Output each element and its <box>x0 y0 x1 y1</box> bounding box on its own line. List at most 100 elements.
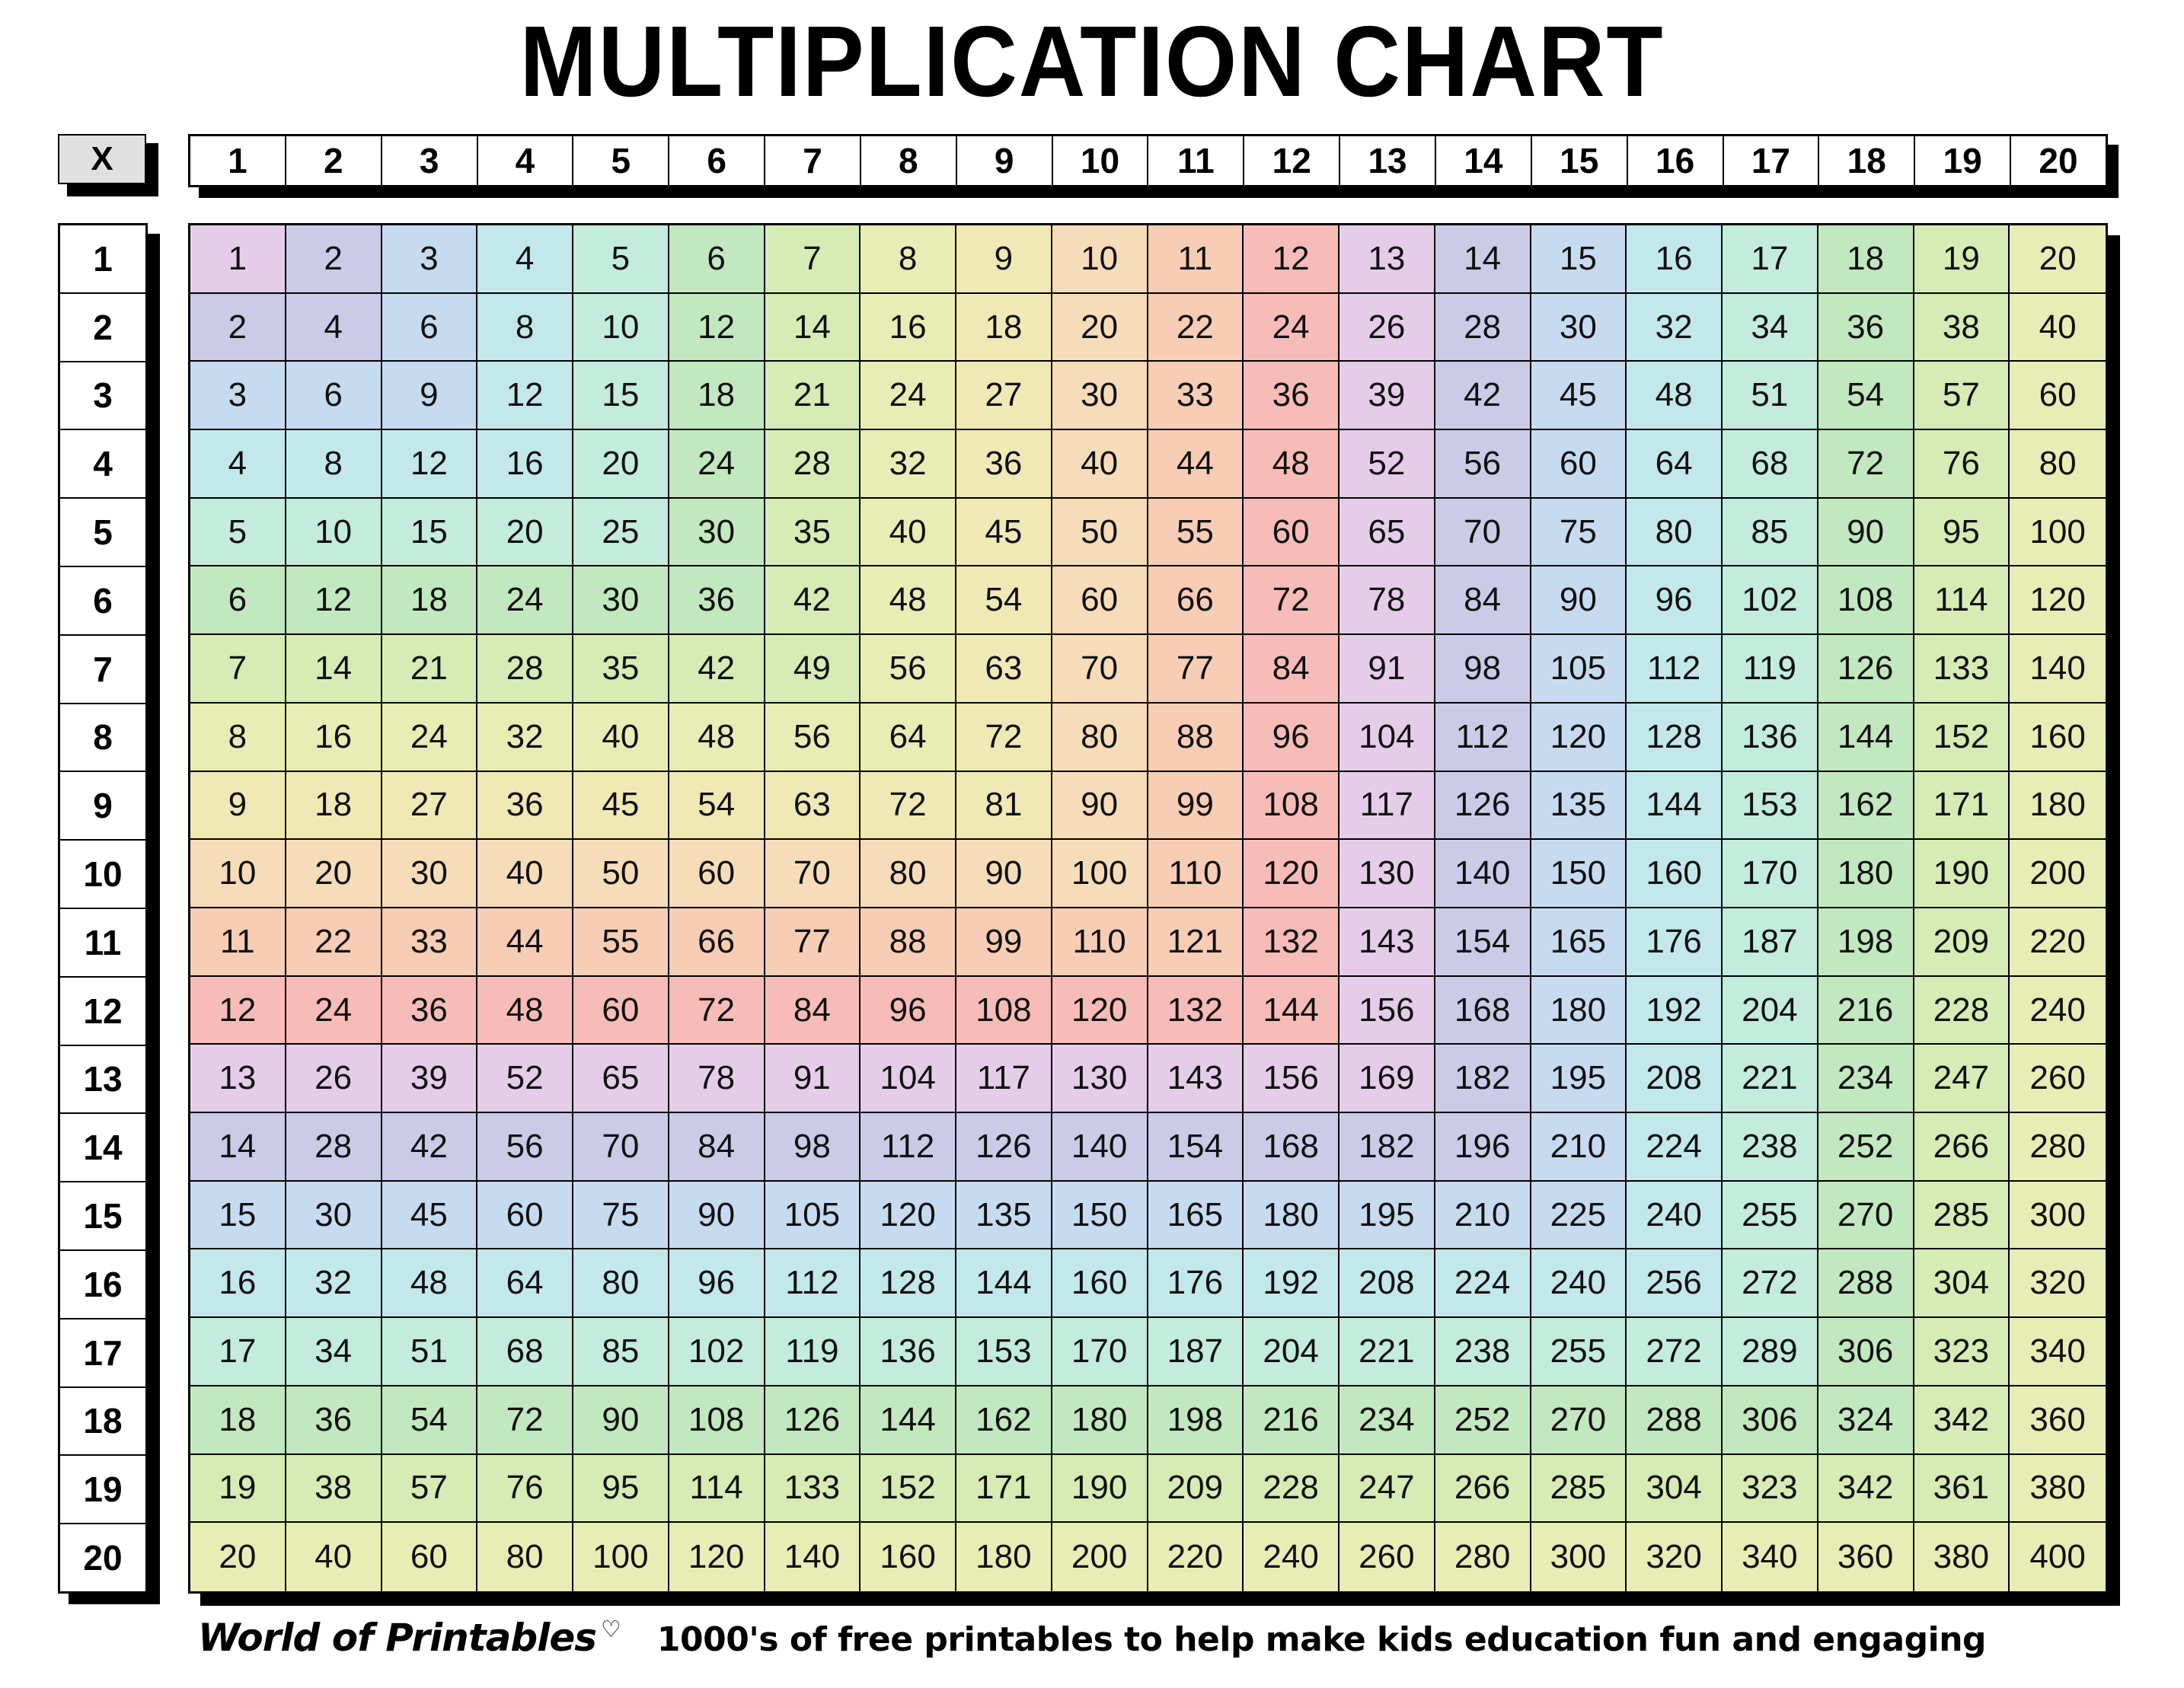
product-cell: 4 <box>477 225 573 294</box>
column-header-cell: 6 <box>669 136 766 185</box>
product-cell: 108 <box>1818 566 1914 636</box>
product-cell: 209 <box>1914 908 2010 977</box>
product-cell: 270 <box>1531 1386 1627 1455</box>
product-cell: 380 <box>2010 1454 2106 1524</box>
product-cell: 45 <box>1531 362 1627 431</box>
product-cell: 98 <box>765 1113 861 1182</box>
product-cell: 90 <box>1052 771 1148 841</box>
product-cell: 33 <box>1148 362 1244 431</box>
product-cell: 33 <box>382 908 478 977</box>
product-cell: 144 <box>1627 771 1723 841</box>
product-cell: 42 <box>765 566 861 636</box>
product-cell: 153 <box>956 1318 1052 1386</box>
product-cell: 60 <box>1244 498 1339 567</box>
product-cell: 180 <box>1052 1386 1148 1455</box>
product-cell: 6 <box>382 293 478 362</box>
product-cell: 55 <box>573 908 669 977</box>
row-header-cell: 1 <box>60 225 145 294</box>
product-cell: 170 <box>1723 840 1818 908</box>
product-cell: 288 <box>1627 1386 1723 1455</box>
product-cell: 266 <box>1435 1454 1531 1524</box>
product-cell: 36 <box>956 430 1052 499</box>
product-cell: 72 <box>477 1386 573 1455</box>
product-cell: 216 <box>1244 1386 1339 1455</box>
product-cell: 100 <box>1052 840 1148 908</box>
product-cell: 81 <box>956 771 1052 841</box>
product-cell: 14 <box>1435 225 1531 294</box>
product-cell: 1 <box>190 225 286 294</box>
product-cell: 119 <box>1723 635 1818 704</box>
product-cell: 240 <box>1244 1523 1339 1591</box>
product-cell: 256 <box>1627 1249 1723 1319</box>
footer: World of Printables ♡ 1000's of free prin… <box>0 1616 2184 1660</box>
column-header-row: 1 2 3 4 5 6 7 8 9 10 11 12 13 14 15 16 17 18 19 20 <box>188 134 2108 187</box>
product-cell: 150 <box>1531 840 1627 908</box>
product-cell: 30 <box>382 840 478 908</box>
product-cell: 15 <box>382 498 478 567</box>
product-cell: 56 <box>765 703 861 772</box>
product-cell: 200 <box>2010 840 2106 908</box>
product-cell: 28 <box>286 1113 382 1182</box>
product-cell: 24 <box>286 976 382 1045</box>
product-cell: 238 <box>1435 1318 1531 1386</box>
product-cell: 240 <box>2010 976 2106 1045</box>
product-cell: 90 <box>956 840 1052 908</box>
product-cell: 90 <box>573 1386 669 1455</box>
product-cell: 17 <box>190 1318 286 1386</box>
product-cell: 140 <box>765 1523 861 1591</box>
product-cell: 56 <box>861 635 956 704</box>
row-header-column: 1 2 3 4 5 6 7 8 9 10 11 12 13 14 15 16 17 18 19 20 <box>58 223 148 1594</box>
row-header-cell: 2 <box>60 293 145 362</box>
product-cell: 210 <box>1531 1113 1627 1182</box>
product-cell: 198 <box>1148 1386 1244 1455</box>
product-cell: 192 <box>1627 976 1723 1045</box>
product-cell: 80 <box>861 840 956 908</box>
product-cell: 63 <box>765 771 861 841</box>
product-cell: 110 <box>1148 840 1244 908</box>
product-cell: 96 <box>1627 566 1723 636</box>
column-header-cell: 2 <box>286 136 382 185</box>
product-cell: 11 <box>190 908 286 977</box>
column-header-cell: 7 <box>765 136 861 185</box>
product-cell: 380 <box>1914 1523 2010 1591</box>
product-cell: 121 <box>1148 908 1244 977</box>
product-cell: 48 <box>1627 362 1723 431</box>
product-cell: 196 <box>1435 1113 1531 1182</box>
row-header-cell: 17 <box>60 1319 145 1388</box>
brand-name: World of Printables <box>197 1616 597 1660</box>
product-cell: 36 <box>1244 362 1339 431</box>
product-cell: 72 <box>956 703 1052 772</box>
product-cell: 144 <box>956 1249 1052 1319</box>
product-cell: 66 <box>669 908 765 977</box>
product-cell: 64 <box>477 1249 573 1319</box>
product-cell: 162 <box>1818 771 1914 841</box>
product-cell: 120 <box>861 1181 956 1250</box>
product-cell: 252 <box>1435 1386 1531 1455</box>
product-cell: 14 <box>765 293 861 362</box>
corner-cell-x: X <box>58 134 146 184</box>
product-cell: 39 <box>1339 362 1435 431</box>
product-cell: 96 <box>669 1249 765 1319</box>
product-cell: 6 <box>669 225 765 294</box>
product-cell: 120 <box>669 1523 765 1591</box>
product-cell: 65 <box>1339 498 1435 567</box>
product-cell: 16 <box>477 430 573 499</box>
product-cell: 238 <box>1723 1113 1818 1182</box>
product-cell: 51 <box>382 1318 478 1386</box>
product-cell: 48 <box>669 703 765 772</box>
product-cell: 340 <box>2010 1318 2106 1386</box>
product-cell: 40 <box>2010 293 2106 362</box>
product-cell: 8 <box>477 293 573 362</box>
product-cell: 30 <box>1052 362 1148 431</box>
product-cell: 50 <box>573 840 669 908</box>
product-cell: 72 <box>861 771 956 841</box>
product-cell: 126 <box>765 1386 861 1455</box>
page-title: MULTIPLICATION CHART <box>519 5 1665 117</box>
product-cell: 14 <box>286 635 382 704</box>
product-cell: 68 <box>477 1318 573 1386</box>
product-cell: 36 <box>669 566 765 636</box>
product-cell: 35 <box>765 498 861 567</box>
product-cell: 182 <box>1435 1045 1531 1114</box>
product-cell: 44 <box>477 908 573 977</box>
product-cell: 38 <box>286 1454 382 1524</box>
